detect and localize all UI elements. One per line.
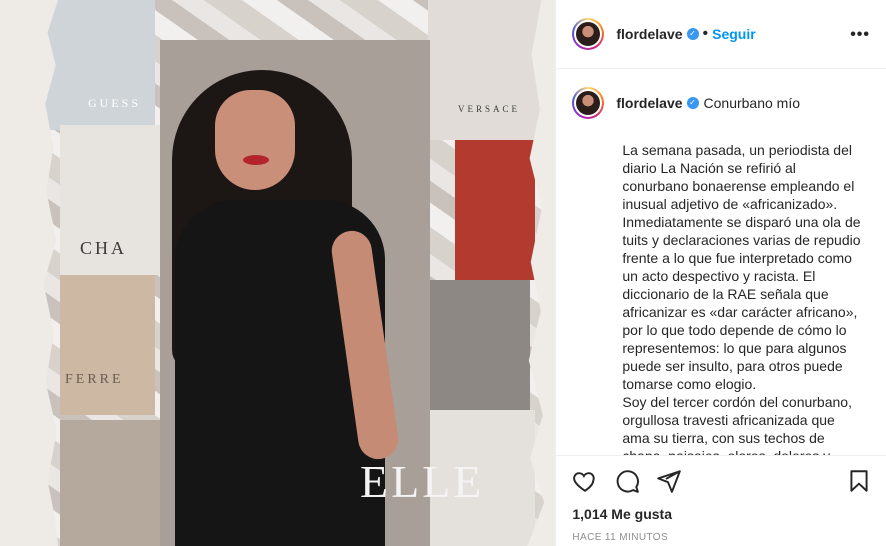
collage-tile [60,275,155,415]
magazine-word: VERSACE [458,104,521,114]
follow-button[interactable]: Seguir [712,26,756,42]
collage-tile [455,140,535,280]
magazine-word: GUESS [88,96,142,110]
avatar[interactable] [572,87,605,119]
post-side-panel: flordelave ✓ • Seguir ••• flordelave ✓ C… [555,0,886,546]
magazine-word: ELLE [360,456,485,507]
action-icons [572,468,682,494]
verified-badge-icon: ✓ [686,97,699,109]
magazine-word: CHA [80,238,128,258]
post-header: flordelave ✓ • Seguir ••• [556,0,886,69]
caption-title: Conurbano mío [703,95,801,111]
comment-icon[interactable] [614,468,640,494]
avatar[interactable] [572,18,605,50]
share-icon[interactable] [656,468,682,494]
collage-tile [430,280,530,410]
bookmark-icon[interactable] [846,468,872,494]
username-link[interactable]: flordelave [616,26,682,42]
post-timestamp[interactable]: HACE 11 MINUTOS [572,532,668,543]
caption-username-link[interactable]: flordelave [616,95,682,111]
verified-badge-icon: ✓ [686,28,699,40]
caption-area[interactable]: flordelave ✓ Conurbano mío La semana pas… [556,69,886,455]
caption-header: flordelave ✓ Conurbano mío [572,87,870,119]
more-options-icon[interactable]: ••• [850,26,870,44]
heart-icon[interactable] [572,468,598,494]
post-image[interactable]: GUESS VERSACE CHA FERRE ELLE [0,0,556,546]
portrait-face [215,90,295,190]
magazine-word: FERRE [65,372,124,387]
portrait-lips [243,155,269,165]
likes-count[interactable]: 1,014 Me gusta [572,506,672,522]
instagram-post: GUESS VERSACE CHA FERRE ELLE flordelave … [0,0,886,546]
action-bar: 1,014 Me gusta HACE 11 MINUTOS [556,455,886,546]
caption-body: La semana pasada, un periodista del diar… [622,142,861,455]
separator-dot: • [702,25,709,42]
